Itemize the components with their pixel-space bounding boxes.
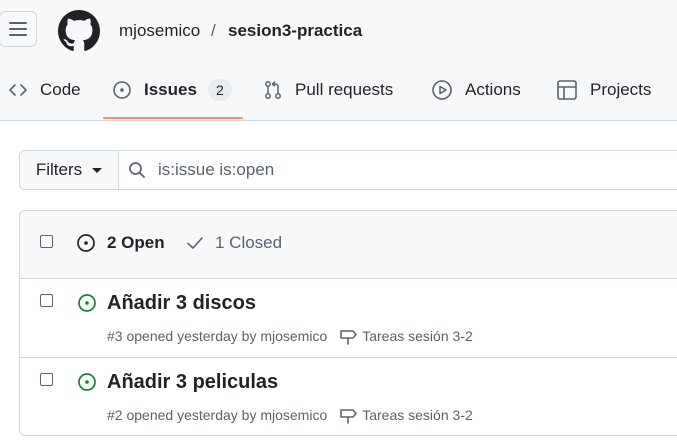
check-icon: [187, 237, 203, 249]
issue-title-link[interactable]: Añadir 3 discos: [107, 292, 256, 315]
issue-checkbox[interactable]: [40, 294, 53, 307]
issues-list-header: 2 Open 1 Closed: [20, 211, 677, 279]
select-all-checkbox[interactable]: [40, 235, 53, 248]
filters-dropdown-button[interactable]: Filters: [20, 151, 119, 189]
issue-opened-info: #2 opened yesterday by mjosemico: [107, 407, 328, 423]
issue-opened-icon: [113, 81, 131, 99]
issue-milestone-link[interactable]: Tareas sesión 3-2: [338, 326, 473, 346]
tab-issues[interactable]: Issues 2: [112, 76, 232, 104]
table-icon: [557, 80, 577, 100]
git-pull-request-icon: [265, 81, 281, 99]
open-count-label: 2 Open: [107, 233, 165, 252]
issue-row: Añadir 3 peliculas #2 opened yesterday b…: [20, 357, 677, 435]
tab-projects-label: Projects: [590, 80, 652, 99]
milestone-icon: [340, 330, 358, 345]
issue-meta: #3 opened yesterday by mjosemico Tareas …: [107, 326, 473, 346]
code-icon: [9, 84, 27, 96]
tab-issues-label: Issues: [144, 80, 197, 99]
issue-opened-icon: [78, 373, 96, 391]
issue-milestone-link[interactable]: Tareas sesión 3-2: [338, 405, 473, 425]
issues-list: 2 Open 1 Closed Añadir 3 discos #3 opene…: [19, 210, 677, 436]
filters-button-label: Filters: [35, 160, 83, 179]
milestone-icon: [340, 409, 358, 424]
issue-search-input[interactable]: [158, 158, 677, 182]
repo-header: mjosemico / sesion3-practica Code Issues…: [0, 0, 677, 121]
closed-count-label: 1 Closed: [215, 233, 283, 252]
tab-pull-requests[interactable]: Pull requests: [263, 76, 393, 104]
triangle-down-icon: [92, 167, 103, 173]
search-icon: [129, 162, 145, 178]
repo-name-link[interactable]: sesion3-practica: [228, 20, 362, 42]
issue-meta: #2 opened yesterday by mjosemico Tareas …: [107, 405, 473, 425]
play-icon: [432, 80, 452, 100]
issue-checkbox[interactable]: [40, 373, 53, 386]
tab-actions-label: Actions: [465, 80, 521, 99]
open-issues-filter[interactable]: 2 Open: [76, 233, 165, 253]
tab-code-label: Code: [40, 80, 81, 99]
issue-filter-bar: Filters: [19, 150, 677, 190]
issue-opened-info: #3 opened yesterday by mjosemico: [107, 328, 328, 344]
tab-pull-requests-label: Pull requests: [295, 80, 394, 99]
issue-title-link[interactable]: Añadir 3 peliculas: [107, 371, 278, 394]
tab-code[interactable]: Code: [8, 76, 81, 104]
issue-opened-icon: [78, 294, 96, 312]
issue-opened-icon: [77, 234, 95, 252]
tab-projects[interactable]: Projects: [556, 76, 651, 104]
closed-issues-filter[interactable]: 1 Closed: [186, 233, 282, 253]
issues-count-badge: 2: [207, 79, 232, 101]
hamburger-menu-button[interactable]: [0, 11, 37, 47]
milestone-label: Tareas sesión 3-2: [362, 407, 473, 423]
issue-row: Añadir 3 discos #3 opened yesterday by m…: [20, 278, 677, 357]
breadcrumb-separator: /: [211, 21, 216, 40]
three-bars-icon: [9, 22, 27, 36]
github-logo-icon[interactable]: [58, 10, 100, 52]
selected-tab-underline: [103, 117, 243, 119]
tab-actions[interactable]: Actions: [431, 76, 521, 104]
repo-owner-link[interactable]: mjosemico: [119, 20, 200, 42]
milestone-label: Tareas sesión 3-2: [362, 328, 473, 344]
